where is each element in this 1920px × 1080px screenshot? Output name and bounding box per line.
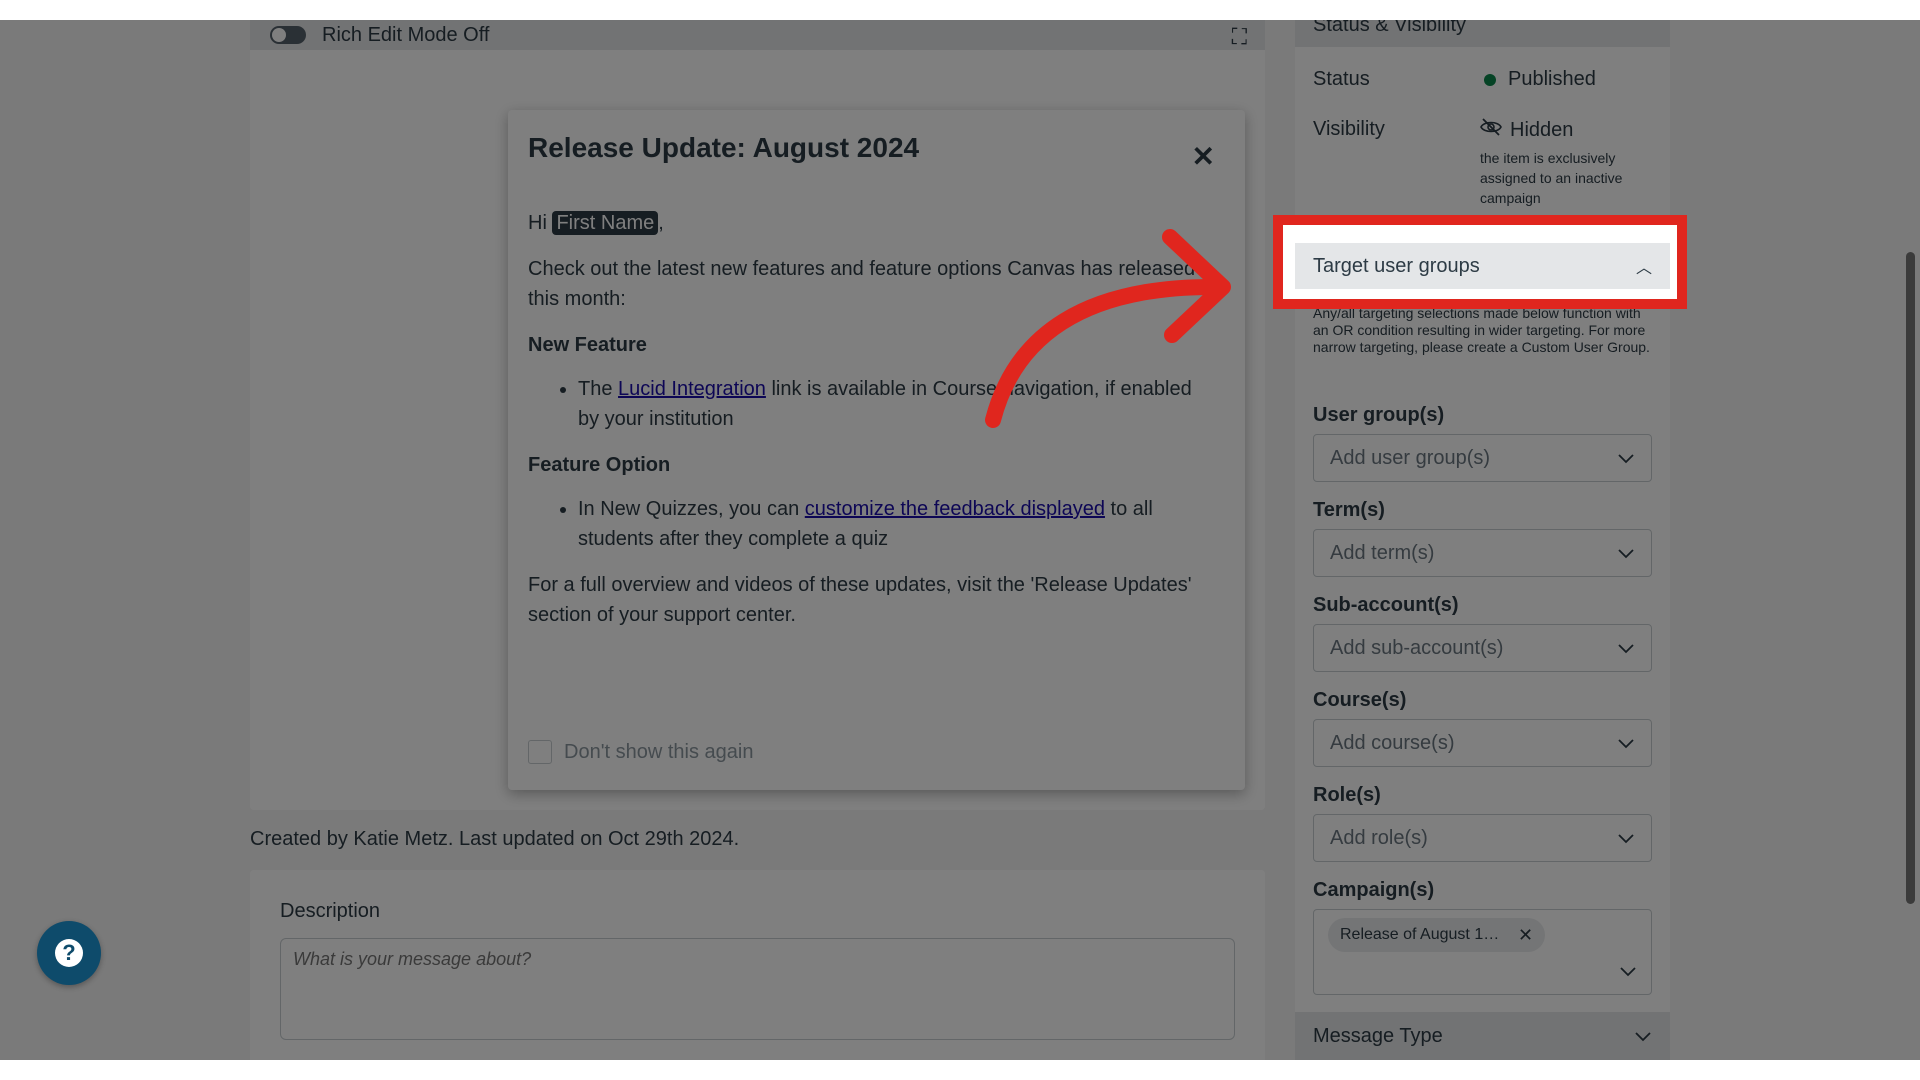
dim-overlay bbox=[0, 20, 1920, 1060]
page-scrollbar[interactable] bbox=[1906, 252, 1915, 904]
chevron-up-icon: ︿ bbox=[1635, 260, 1652, 277]
help-button[interactable]: ? bbox=[37, 921, 101, 985]
pointer-arrow-icon bbox=[985, 229, 1231, 428]
page-stage: Rich Edit Mode Off ⛶ Created by Katie Me… bbox=[0, 20, 1920, 1060]
highlight-box: Target user groups ︿ bbox=[1273, 215, 1687, 309]
target-user-groups-highlighted[interactable]: Target user groups ︿ bbox=[1295, 243, 1670, 289]
highlight-label: Target user groups bbox=[1313, 254, 1480, 277]
question-circle-icon: ? bbox=[55, 939, 83, 967]
